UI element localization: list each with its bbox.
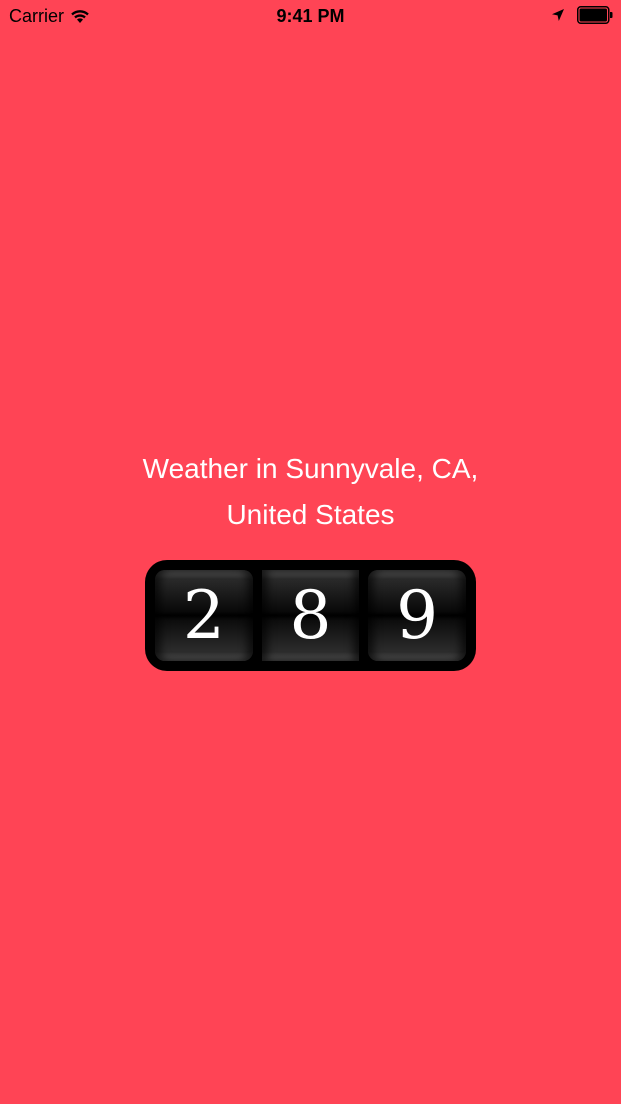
counter-digit-3: 9: [368, 570, 467, 661]
weather-location-title: Weather in Sunnyvale, CA, United States: [0, 446, 621, 538]
status-time: 9:41 PM: [276, 6, 345, 26]
counter-digit-1: 2: [155, 570, 253, 661]
status-right-group: [551, 6, 613, 24]
weather-title-line-1: Weather in Sunnyvale, CA,: [142, 453, 479, 484]
status-bar: Carrier 9:41 PM: [0, 0, 621, 32]
weather-title-line-2: United States: [226, 499, 395, 530]
temperature-counter: 2 8 9: [145, 560, 476, 671]
counter-digit-2: 8: [261, 570, 360, 661]
location-arrow-icon: [551, 8, 565, 22]
battery-icon: [577, 6, 613, 24]
